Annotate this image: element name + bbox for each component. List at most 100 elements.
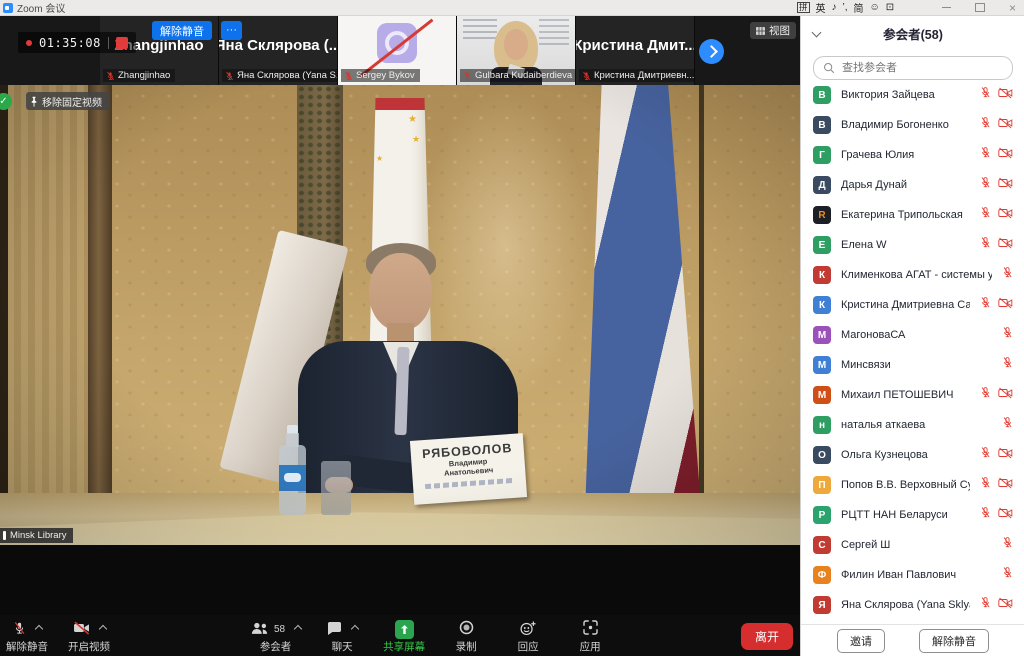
recording-timer: 01:35:08 bbox=[18, 32, 136, 53]
participant-name: Клименкова АГАТ - системы упра... bbox=[841, 269, 992, 281]
toolbar-chat-button[interactable]: 聊天 bbox=[319, 618, 365, 654]
participant-name: МагоноваСА bbox=[841, 329, 992, 341]
participant-status-icons bbox=[1002, 356, 1013, 374]
toolbar-apps-button[interactable]: 应用 bbox=[567, 618, 613, 654]
chevron-down-icon[interactable] bbox=[812, 28, 822, 38]
toolbar-reactions-button[interactable]: 回应 bbox=[505, 618, 551, 654]
participant-status-icons bbox=[980, 476, 1013, 494]
toolbar-start-video-button[interactable]: 开启视频 bbox=[66, 618, 112, 654]
thumbnail-display-name: Кристина Дмит... bbox=[576, 21, 694, 69]
left-edge-shadow bbox=[0, 85, 8, 545]
participant-row[interactable]: М МагоноваСА bbox=[801, 320, 1024, 350]
participants-search bbox=[813, 56, 1013, 80]
leave-meeting-button[interactable]: 离开 bbox=[741, 623, 793, 650]
ime-icon[interactable]: 简 bbox=[854, 0, 864, 15]
participant-avatar: н bbox=[813, 416, 831, 434]
toolbar-label: 解除静音 bbox=[6, 639, 48, 654]
mic-muted-icon bbox=[980, 446, 991, 464]
participant-row[interactable]: ММихаил ПЕТОШЕВИЧ bbox=[801, 380, 1024, 410]
participant-row[interactable]: ЯЯна Склярова (Yana Sklyarova) bbox=[801, 590, 1024, 620]
photo-g-lines-l bbox=[463, 19, 497, 41]
search-input[interactable] bbox=[840, 61, 1003, 75]
ime-icon[interactable]: ♪ bbox=[832, 2, 837, 13]
participant-row[interactable]: РРЦТТ НАН Беларуси bbox=[801, 500, 1024, 530]
video-thumbnail[interactable]: Sergey Bykov bbox=[338, 15, 457, 85]
participant-avatar: R bbox=[813, 206, 831, 224]
ime-icon[interactable]: 拼 bbox=[797, 2, 810, 13]
caret-up-icon[interactable] bbox=[98, 625, 106, 633]
participant-status-icons bbox=[980, 206, 1013, 224]
invite-button[interactable]: 邀请 bbox=[837, 629, 885, 653]
toolbar-left-group: 解除静音 开启视频 bbox=[4, 618, 112, 654]
ime-icon[interactable]: ☺ bbox=[870, 2, 880, 13]
participant-status-icons bbox=[1002, 566, 1013, 584]
participants-panel: 参会者(58) ВВиктория ЗайцеваВВладимир Богон… bbox=[800, 15, 1024, 656]
participant-avatar: М bbox=[813, 326, 831, 344]
participant-status-icons bbox=[980, 446, 1013, 464]
participant-row[interactable]: ККристина Дмитриевна Савиц... bbox=[801, 290, 1024, 320]
caret-up-icon[interactable] bbox=[350, 625, 358, 633]
participant-status-icons bbox=[980, 596, 1013, 614]
participant-row[interactable]: ООльга Кузнецова bbox=[801, 440, 1024, 470]
participant-avatar: М bbox=[813, 386, 831, 404]
participant-avatar: В bbox=[813, 116, 831, 134]
ime-icon[interactable]: ⊡ bbox=[886, 2, 894, 13]
toolbar-share-screen-button[interactable]: 共享屏幕 bbox=[381, 618, 427, 654]
view-button[interactable]: 视图 bbox=[750, 22, 796, 39]
caret-up-icon[interactable] bbox=[294, 625, 302, 633]
participant-row[interactable]: ВВиктория Зайцева bbox=[801, 80, 1024, 110]
caret-up-icon[interactable] bbox=[34, 625, 42, 633]
mic-muted-icon bbox=[980, 146, 991, 164]
participant-status-icons bbox=[980, 176, 1013, 194]
ime-icon[interactable]: 英 bbox=[816, 0, 826, 15]
window-titlebar: Zoom 会议 拼英 ♪ ’, 简 ☺ ⊡ × bbox=[0, 0, 1024, 16]
ime-toolbar: 拼英 ♪ ’, 简 ☺ ⊡ bbox=[797, 0, 894, 15]
participant-row[interactable]: ДДарья Дунай bbox=[801, 170, 1024, 200]
toolbar-participants-button[interactable]: 58参会者 bbox=[248, 618, 303, 654]
video-thumbnail[interactable]: Gulbara Kudaiberdieva bbox=[457, 15, 576, 85]
next-participants-button[interactable] bbox=[699, 39, 724, 64]
bottom-toolbar: 解除静音 开启视频 58参会者聊天共享屏幕录制回应 应用 离开 bbox=[0, 615, 800, 656]
unmute-prompt-button[interactable]: 解除静音 bbox=[152, 21, 212, 40]
unmute-all-button[interactable]: 解除静音 bbox=[919, 629, 989, 653]
participant-row[interactable]: ССергей Ш bbox=[801, 530, 1024, 560]
video-off-icon bbox=[998, 506, 1013, 524]
participant-row[interactable]: ФФилин Иван Павлович bbox=[801, 560, 1024, 590]
stop-recording-button[interactable] bbox=[116, 37, 128, 49]
toolbar-label: 回应 bbox=[518, 639, 539, 654]
flag-star-icon: ★ bbox=[408, 114, 417, 125]
water-bottle bbox=[279, 425, 306, 515]
video-thumbnail[interactable]: Кристина Дмит...Кристина Дмитриевн... bbox=[576, 15, 695, 85]
flag-star-icon: ★ bbox=[412, 134, 420, 145]
minimize-icon[interactable] bbox=[942, 7, 951, 8]
close-icon[interactable]: × bbox=[1009, 2, 1016, 14]
video-off-icon bbox=[998, 446, 1013, 464]
toolbar-record-button[interactable]: 录制 bbox=[443, 618, 489, 654]
participant-avatar: П bbox=[813, 476, 831, 494]
participant-avatar: Д bbox=[813, 176, 831, 194]
participant-status-icons bbox=[980, 116, 1013, 134]
zoom-app-icon bbox=[3, 3, 13, 13]
participant-row[interactable]: ППопов В.В. Верховный Суд РФ bbox=[801, 470, 1024, 500]
participant-row[interactable]: ЕЕлена W bbox=[801, 230, 1024, 260]
participant-row[interactable]: ККлименкова АГАТ - системы упра... bbox=[801, 260, 1024, 290]
participant-row[interactable]: ММинсвязи bbox=[801, 350, 1024, 380]
more-options-button[interactable]: ··· bbox=[221, 21, 242, 40]
ime-icon[interactable]: ’, bbox=[843, 2, 848, 13]
participant-status-icons bbox=[980, 146, 1013, 164]
participant-row[interactable]: ГГрачева Юлия bbox=[801, 140, 1024, 170]
window-title: Zoom 会议 bbox=[17, 0, 65, 15]
participant-avatar: В bbox=[813, 86, 831, 104]
participant-name: Минсвязи bbox=[841, 359, 992, 371]
participant-row[interactable]: ннаталья аткаева bbox=[801, 410, 1024, 440]
toolbar-unmute-button[interactable]: 解除静音 bbox=[4, 618, 50, 654]
thumbnail-name-text: Кристина Дмитриевн... bbox=[594, 70, 694, 81]
remove-pin-button[interactable]: 移除固定视频 bbox=[26, 92, 110, 110]
mic-muted-icon bbox=[1002, 326, 1013, 344]
muted-mic-icon bbox=[463, 71, 472, 81]
participant-row[interactable]: ВВладимир Богоненко bbox=[801, 110, 1024, 140]
flag-star-icon: ★ bbox=[376, 154, 383, 163]
participant-row[interactable]: RЕкатерина Трипольская bbox=[801, 200, 1024, 230]
video-off-icon bbox=[998, 86, 1013, 104]
maximize-icon[interactable] bbox=[975, 3, 985, 12]
